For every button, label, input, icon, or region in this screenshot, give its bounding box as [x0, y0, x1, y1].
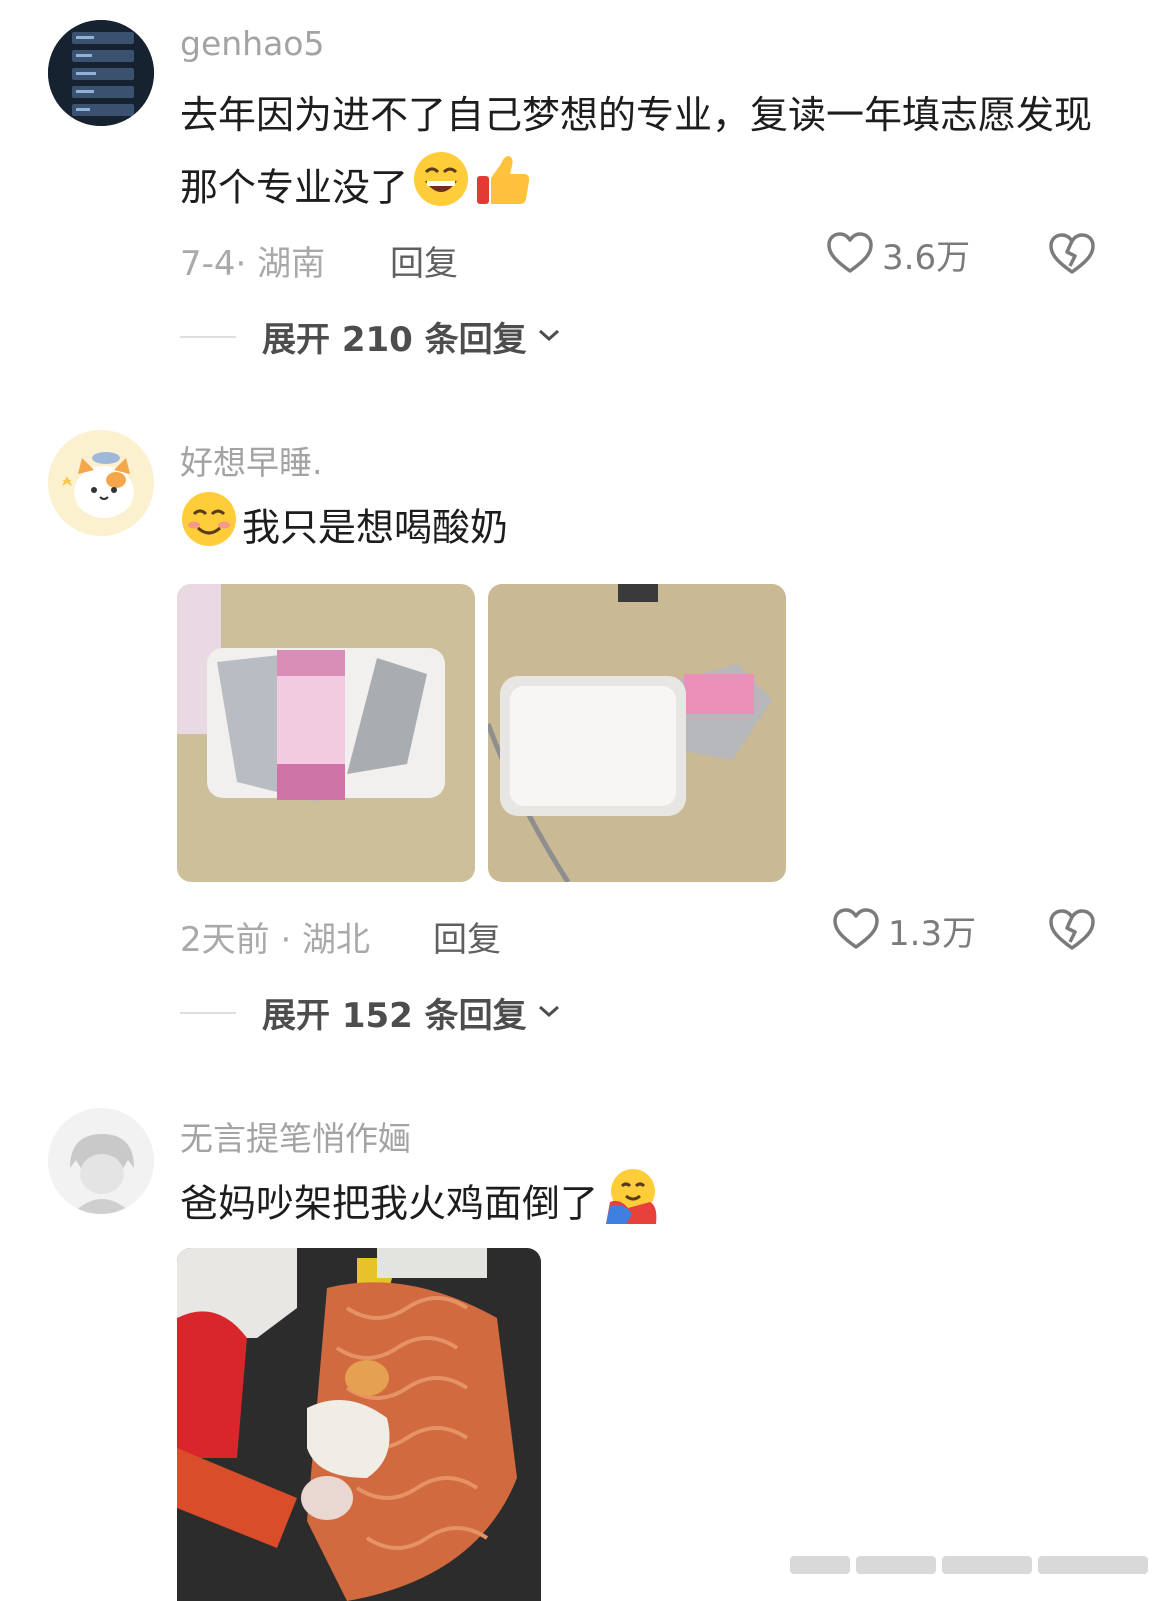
- expand-replies-label: 展开 210 条回复: [262, 320, 527, 360]
- comment-photo[interactable]: [177, 584, 475, 882]
- comment-item: 好想早睡. 我只是想喝酸奶 2天前 · 湖北 回复 1.3万 展开 152 条回…: [0, 420, 1170, 1060]
- comment-text-content: 去年因为进不了自己梦想的专业，复读一年填志愿发现那个专业没了: [180, 93, 1093, 210]
- broken-heart-icon: [1048, 233, 1096, 280]
- reply-button[interactable]: 回复: [390, 236, 458, 285]
- comment-meta: 2天前 · 湖北: [180, 920, 371, 960]
- divider: [180, 335, 236, 338]
- username[interactable]: 好想早睡.: [180, 436, 323, 484]
- smiling-face-emoji: [180, 490, 238, 570]
- grinning-face-emoji: [412, 150, 470, 230]
- expand-replies[interactable]: 展开 152 条回复: [180, 988, 561, 1037]
- watermark-bar: [1038, 1556, 1148, 1574]
- expand-replies-label: 展开 152 条回复: [262, 996, 527, 1036]
- comment-item: 无言提笔悄作婳 爸妈吵架把我火鸡面倒了: [0, 1100, 1170, 1601]
- heart-icon: [832, 907, 880, 955]
- heart-icon: [826, 231, 874, 279]
- watermark-bar: [942, 1556, 1032, 1574]
- like-button[interactable]: 1.3万: [832, 906, 976, 955]
- like-button[interactable]: 3.6万: [826, 230, 970, 279]
- chevron-down-icon: [537, 1003, 561, 1023]
- comment-text-content: 爸妈吵架把我火鸡面倒了: [180, 1181, 599, 1226]
- divider: [180, 1011, 236, 1014]
- dislike-button[interactable]: [1048, 232, 1096, 280]
- comment-text-content: 我只是想喝酸奶: [242, 505, 509, 550]
- hugging-face-emoji: [602, 1166, 660, 1246]
- avatar[interactable]: [48, 1108, 154, 1214]
- username[interactable]: 无言提笔悄作婳: [180, 1112, 411, 1160]
- watermark: [790, 1543, 1160, 1587]
- like-count: 1.3万: [888, 914, 977, 954]
- dislike-button[interactable]: [1048, 908, 1096, 956]
- avatar[interactable]: [48, 430, 154, 536]
- reply-button[interactable]: 回复: [433, 912, 501, 961]
- comment-text: 我只是想喝酸奶: [180, 490, 1110, 570]
- thumbs-up-emoji: [474, 150, 532, 230]
- comment-meta: 7-4· 湖南: [180, 244, 326, 284]
- like-count: 3.6万: [882, 238, 971, 278]
- watermark-bar: [790, 1556, 850, 1574]
- comment-photo[interactable]: [488, 584, 786, 882]
- comment-text: 爸妈吵架把我火鸡面倒了: [180, 1166, 1110, 1246]
- broken-heart-icon: [1048, 909, 1096, 956]
- watermark-bar: [856, 1556, 936, 1574]
- comment-text: 去年因为进不了自己梦想的专业，复读一年填志愿发现那个专业没了: [180, 80, 1110, 230]
- comment-item: genhao5 去年因为进不了自己梦想的专业，复读一年填志愿发现那个专业没了 7…: [0, 0, 1170, 380]
- comment-photo[interactable]: [177, 1248, 541, 1601]
- username[interactable]: genhao5: [180, 24, 325, 63]
- expand-replies[interactable]: 展开 210 条回复: [180, 312, 561, 361]
- avatar[interactable]: [48, 20, 154, 126]
- chevron-down-icon: [537, 327, 561, 347]
